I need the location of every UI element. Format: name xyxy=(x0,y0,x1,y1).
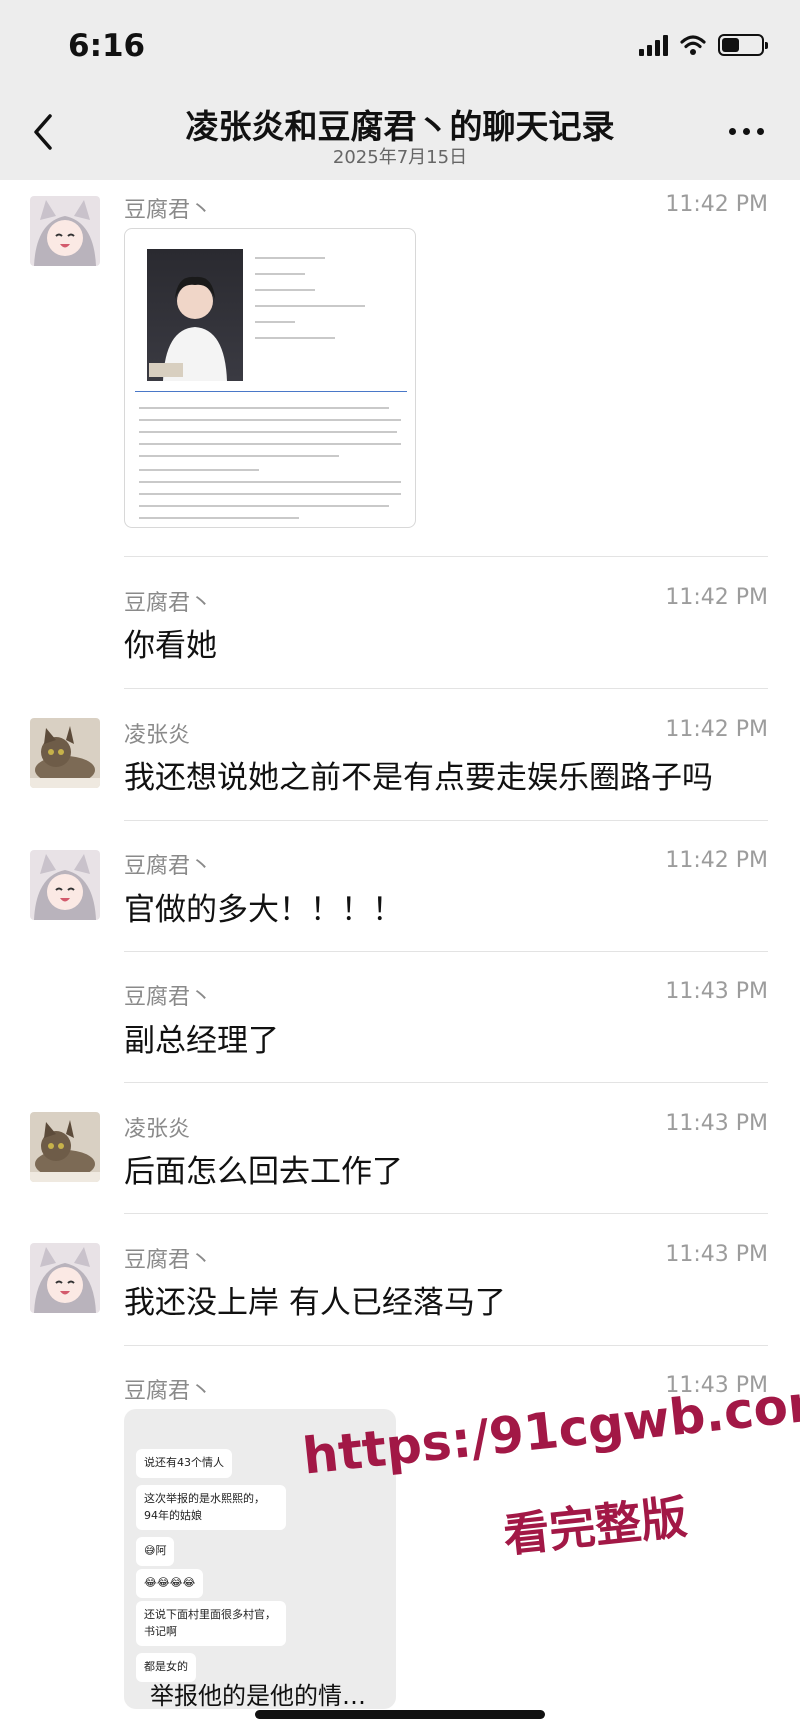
document-image[interactable] xyxy=(124,228,416,528)
message-time: 11:42 PM xyxy=(665,717,768,742)
message-time: 11:43 PM xyxy=(665,1242,768,1267)
avatar[interactable] xyxy=(30,718,100,788)
message-time: 11:42 PM xyxy=(665,192,768,217)
status-icons xyxy=(639,34,768,56)
image-caption: 举报他的是他的情… xyxy=(150,1682,366,1710)
sender-name: 凌张炎 xyxy=(124,723,191,748)
screenshot-message: 还说下面村里面很多村官，书记啊 xyxy=(136,1601,286,1646)
message-text: 我还没上岸 有人已经落马了 xyxy=(124,1285,506,1321)
anime-girl-avatar-icon xyxy=(30,196,100,266)
message-text: 你看她 xyxy=(124,628,217,664)
more-options-icon[interactable] xyxy=(729,128,764,135)
sender-name: 豆腐君丶 xyxy=(124,1248,213,1273)
message-text: 后面怎么回去工作了 xyxy=(124,1154,403,1190)
divider xyxy=(124,820,768,821)
signal-icon xyxy=(639,34,668,56)
sender-name: 豆腐君丶 xyxy=(124,198,213,223)
message-text: 副总经理了 xyxy=(124,1023,279,1059)
message-time: 11:43 PM xyxy=(665,1111,768,1136)
sender-name: 豆腐君丶 xyxy=(124,985,213,1010)
avatar[interactable] xyxy=(30,1112,100,1182)
divider xyxy=(124,1345,768,1346)
status-time: 6:16 xyxy=(68,28,146,64)
message-time: 11:43 PM xyxy=(665,979,768,1004)
chat-title: 凌张炎和豆腐君丶的聊天记录 xyxy=(185,107,615,146)
message-time: 11:42 PM xyxy=(665,585,768,610)
screenshot-message: 😂😂😂😂 xyxy=(136,1569,204,1598)
sender-name: 凌张炎 xyxy=(124,1117,191,1142)
avatar[interactable] xyxy=(30,196,100,266)
divider xyxy=(124,1082,768,1083)
sender-name: 豆腐君丶 xyxy=(124,591,213,616)
divider xyxy=(124,1213,768,1214)
message-text: 官做的多大！！！！ xyxy=(124,892,403,928)
cat-avatar-icon xyxy=(30,718,100,788)
anime-girl-avatar-icon xyxy=(30,1243,100,1313)
chat-date: 2025年7月15日 xyxy=(332,147,468,168)
screenshot-message: 说还有43个情人 xyxy=(136,1449,232,1478)
sender-name: 豆腐君丶 xyxy=(124,1379,213,1404)
wifi-icon xyxy=(680,35,706,55)
nav-header: 6:16 凌张炎和豆腐君丶的聊天记录 2025年7月15日 xyxy=(0,0,800,180)
message-time: 11:42 PM xyxy=(665,848,768,873)
screenshot-message: 😅阿 xyxy=(136,1537,175,1566)
sender-name: 豆腐君丶 xyxy=(124,854,213,879)
cat-avatar-icon xyxy=(30,1112,100,1182)
avatar[interactable] xyxy=(30,850,100,920)
anime-girl-avatar-icon xyxy=(30,850,100,920)
divider xyxy=(124,556,768,557)
message-text: 我还想说她之前不是有点要走娱乐圈路子吗 xyxy=(124,760,713,796)
avatar[interactable] xyxy=(30,1243,100,1313)
screenshot-message: 这次举报的是水熙熙的，94年的姑娘 xyxy=(136,1485,286,1530)
battery-icon xyxy=(718,34,768,56)
home-indicator[interactable] xyxy=(255,1710,545,1719)
watermark-url: https:/91cgwb.com xyxy=(300,1371,800,1486)
portrait-photo xyxy=(147,249,243,381)
watermark-tagline: 看完整版 xyxy=(500,1489,690,1563)
divider xyxy=(124,688,768,689)
divider xyxy=(124,951,768,952)
